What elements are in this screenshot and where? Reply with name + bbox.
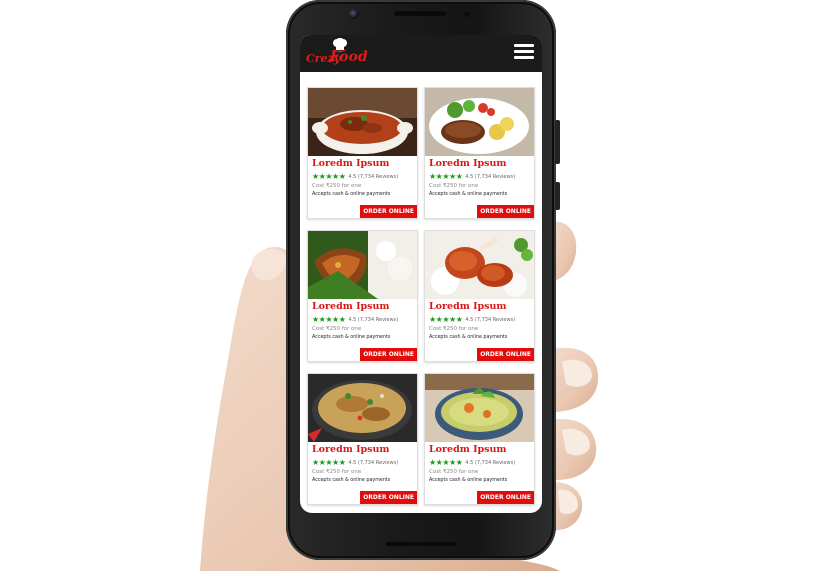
payment-text: Accepts cash & online payments (429, 192, 508, 197)
payment-text: Accepts cash & online payments (429, 335, 508, 340)
food-image-curry-bowl (308, 88, 417, 156)
cost-text: Cost ₹250 for one (312, 469, 362, 475)
order-online-button[interactable]: ORDER ONLINE (477, 205, 534, 218)
star-rating-icon: ★★★★★ (312, 458, 346, 467)
rating-text: 4.5 (7,734 Reviews) (348, 459, 399, 466)
restaurant-name[interactable]: Loredm Ipsum (429, 444, 530, 456)
rating-text: 4.5 (7,734 Reviews) (348, 173, 399, 180)
volume-button[interactable] (555, 120, 560, 164)
cost-text: Cost ₹250 for one (312, 183, 362, 189)
restaurant-name[interactable]: Loredm Ipsum (312, 158, 413, 170)
cost-text: Cost ₹250 for one (429, 469, 479, 475)
earpiece-speaker (394, 11, 446, 16)
restaurant-card[interactable]: Loredm Ipsum ★★★★★ 4.5 (7,734 Reviews) C… (424, 373, 535, 505)
rating-text: 4.5 (7,734 Reviews) (465, 173, 516, 180)
cost-text: Cost ₹250 for one (312, 326, 362, 332)
food-image-biryani-pan (308, 374, 417, 442)
star-rating-icon: ★★★★★ (429, 458, 463, 467)
restaurant-grid: Loredm Ipsum ★★★★★ 4.5 (7,734 Reviews) C… (307, 87, 535, 505)
food-image-steak-plate (425, 88, 534, 156)
order-online-button[interactable]: ORDER ONLINE (477, 348, 534, 361)
restaurant-name[interactable]: Loredm Ipsum (312, 444, 413, 456)
food-image-green-curry (425, 374, 534, 442)
app-logo[interactable]: Crezy Food (306, 38, 376, 70)
star-rating-icon: ★★★★★ (429, 315, 463, 324)
restaurant-card[interactable]: Loredm Ipsum ★★★★★ 4.5 (7,734 Reviews) C… (424, 87, 535, 219)
star-rating-icon: ★★★★★ (312, 315, 346, 324)
payment-text: Accepts cash & online payments (429, 478, 508, 483)
power-button[interactable] (555, 182, 560, 210)
star-rating-icon: ★★★★★ (429, 172, 463, 181)
restaurant-name[interactable]: Loredm Ipsum (429, 301, 530, 313)
rating-text: 4.5 (7,734 Reviews) (465, 316, 516, 323)
payment-text: Accepts cash & online payments (312, 478, 391, 483)
food-image-chicken-legs (425, 231, 534, 299)
star-rating-icon: ★★★★★ (312, 172, 346, 181)
rating-text: 4.5 (7,734 Reviews) (465, 459, 516, 466)
food-image-fish-rice (308, 231, 417, 299)
restaurant-card[interactable]: Loredm Ipsum ★★★★★ 4.5 (7,734 Reviews) C… (307, 230, 418, 362)
proximity-sensor (464, 11, 470, 17)
restaurant-name[interactable]: Loredm Ipsum (312, 301, 413, 313)
hamburger-menu-icon[interactable] (514, 44, 534, 60)
phone-chin (386, 542, 456, 546)
cost-text: Cost ₹250 for one (429, 326, 479, 332)
restaurant-card[interactable]: Loredm Ipsum ★★★★★ 4.5 (7,734 Reviews) C… (424, 230, 535, 362)
logo-text-food: Food (330, 49, 368, 65)
app-header: Crezy Food (300, 35, 542, 72)
front-camera-icon (349, 9, 359, 19)
payment-text: Accepts cash & online payments (312, 192, 391, 197)
cost-text: Cost ₹250 for one (429, 183, 479, 189)
restaurant-name[interactable]: Loredm Ipsum (429, 158, 530, 170)
payment-text: Accepts cash & online payments (312, 335, 391, 340)
restaurant-card[interactable]: Loredm Ipsum ★★★★★ 4.5 (7,734 Reviews) C… (307, 87, 418, 219)
rating-text: 4.5 (7,734 Reviews) (348, 316, 399, 323)
restaurant-card[interactable]: Loredm Ipsum ★★★★★ 4.5 (7,734 Reviews) C… (307, 373, 418, 505)
order-online-button[interactable]: ORDER ONLINE (477, 491, 534, 504)
order-online-button[interactable]: ORDER ONLINE (360, 491, 417, 504)
phone-screen: Crezy Food Loredm Ipsum ★★★★★ 4.5 (7,734… (300, 35, 542, 513)
order-online-button[interactable]: ORDER ONLINE (360, 348, 417, 361)
order-online-button[interactable]: ORDER ONLINE (360, 205, 417, 218)
